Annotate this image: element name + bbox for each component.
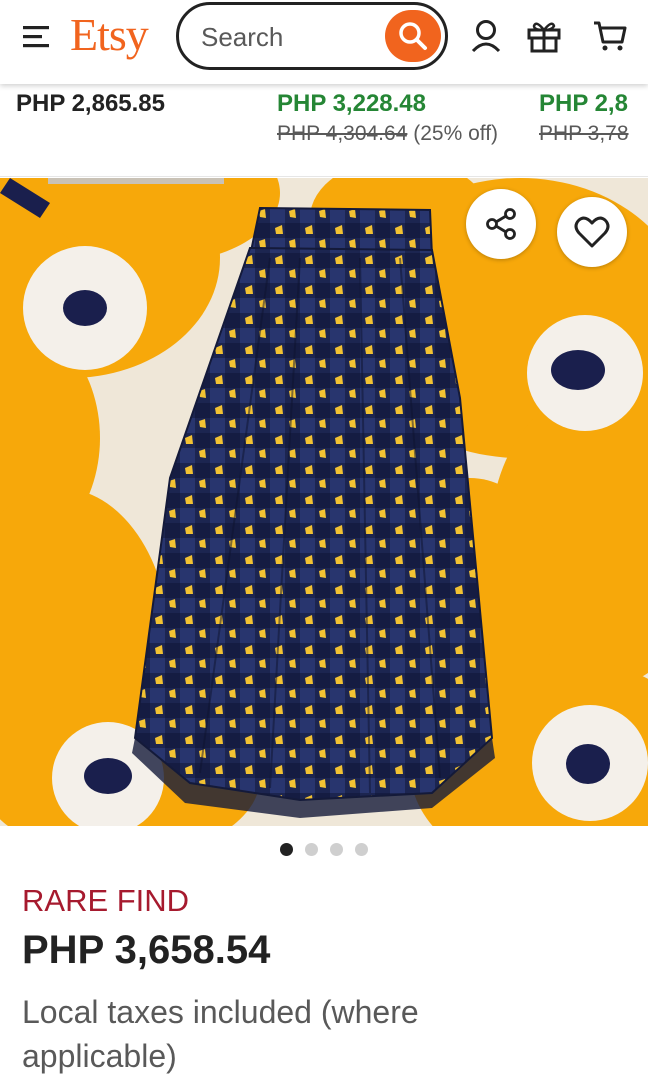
- skirt-image: [0, 178, 648, 826]
- tax-note: Local taxes included (where applicable): [22, 994, 419, 1074]
- favorite-button[interactable]: [557, 197, 627, 267]
- related-sale-price: PHP 2,8: [539, 90, 628, 117]
- carousel-dot[interactable]: [355, 843, 368, 856]
- carousel-dot[interactable]: [330, 843, 343, 856]
- related-discount: (25% off): [413, 122, 499, 145]
- share-icon: [486, 208, 516, 240]
- related-original-price: PHP 3,78: [539, 122, 629, 145]
- cart-icon[interactable]: [592, 18, 628, 54]
- related-sale-price: PHP 3,228.48: [277, 90, 427, 117]
- menu-icon[interactable]: [22, 22, 52, 52]
- related-listings-strip: PHP 2,865.85 PHP 3,228.48 PHP 4,304.64 (…: [0, 84, 648, 178]
- listing-price: PHP 3,658.54: [22, 928, 271, 972]
- search-input[interactable]: [201, 22, 371, 52]
- heart-icon: [574, 216, 610, 248]
- related-original-row: PHP 4,304.64 (25% off): [277, 122, 498, 146]
- rare-find-badge: RARE FIND: [22, 883, 190, 918]
- listing-photo[interactable]: [0, 178, 648, 826]
- search-button[interactable]: [385, 10, 441, 62]
- carousel-indicator: [0, 843, 648, 859]
- related-listing-2[interactable]: PHP 3,228.48 PHP 4,304.64 (25% off): [277, 90, 498, 146]
- related-listing-1[interactable]: PHP 2,865.85: [16, 90, 165, 118]
- carousel-dot[interactable]: [305, 843, 318, 856]
- related-price: PHP 2,865.85: [16, 90, 166, 117]
- search-bar[interactable]: [176, 2, 448, 70]
- divider: [0, 176, 648, 177]
- related-original-price: PHP 4,304.64: [277, 122, 408, 145]
- etsy-logo[interactable]: Etsy: [70, 8, 149, 61]
- account-icon[interactable]: [468, 18, 504, 54]
- carousel-dot-active[interactable]: [280, 843, 293, 856]
- gift-icon[interactable]: [526, 18, 562, 54]
- related-original-row: PHP 3,78: [539, 122, 629, 146]
- related-listing-3[interactable]: PHP 2,8 PHP 3,78: [539, 90, 629, 146]
- top-header: Etsy: [0, 0, 648, 84]
- share-button[interactable]: [466, 189, 536, 259]
- search-icon: [399, 22, 427, 50]
